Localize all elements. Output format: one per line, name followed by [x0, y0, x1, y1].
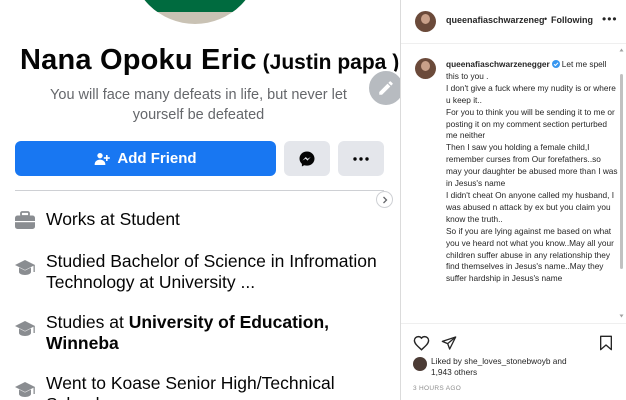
- profile-divider: [15, 190, 384, 191]
- scroll-up-arrow-icon: [619, 48, 624, 52]
- following-button[interactable]: Following: [551, 15, 593, 25]
- header-username[interactable]: queenafiaschwarzeneg: [446, 15, 544, 25]
- caption-avatar[interactable]: [415, 58, 436, 79]
- facebook-profile-panel: ★ Nana Opoku Eric(Justin papa ) You will…: [0, 0, 400, 400]
- scroll-down-arrow-icon: [619, 314, 624, 318]
- intro-studies-at: Studies at University of Education, Winn…: [14, 312, 384, 354]
- chevron-right-icon: [382, 196, 387, 203]
- verified-badge-icon: [551, 60, 560, 68]
- flag-green-stripe: [130, 0, 260, 12]
- add-friend-button[interactable]: Add Friend: [15, 141, 276, 176]
- header-avatar[interactable]: [415, 11, 436, 32]
- more-options-button[interactable]: [338, 141, 384, 176]
- caption-line: I didn't cheat On anyone called my husba…: [446, 189, 615, 224]
- share-send-icon[interactable]: [441, 335, 457, 351]
- post-caption: queenafiaschwarzenegger Let me spell this…: [446, 59, 618, 321]
- pencil-icon: [379, 81, 393, 95]
- profile-picture[interactable]: ★: [130, 0, 260, 24]
- intro-work: Works at Student: [14, 209, 384, 236]
- bookmark-icon[interactable]: [599, 335, 613, 351]
- liked-by: Liked by she_loves_stonebwoyb and 1,943 …: [413, 356, 623, 378]
- profile-name-text: Nana Opoku Eric: [20, 44, 257, 76]
- scroll-right-button[interactable]: [376, 191, 393, 208]
- more-options-icon[interactable]: •••: [602, 12, 618, 26]
- caption-line: For you to think you will be sending it …: [446, 106, 615, 141]
- intro-studies-at-prefix: Studies at: [46, 312, 129, 332]
- briefcase-icon: [14, 211, 38, 236]
- profile-bio: You will face many defeats in life, but …: [50, 87, 347, 123]
- add-friend-label: Add Friend: [117, 150, 197, 167]
- graduation-cap-icon: [14, 259, 38, 282]
- post-timestamp[interactable]: 3 HOURS AGO: [413, 385, 461, 392]
- add-person-icon: [95, 152, 111, 165]
- caption-line: Then I saw you holding a female child,I …: [446, 142, 618, 189]
- instagram-post-panel: queenafiaschwarzeneg • Following ••• que…: [400, 0, 626, 400]
- post-actions: [401, 323, 626, 359]
- caption-line: So if you are lying against me based on …: [446, 225, 614, 284]
- graduation-cap-icon: [14, 381, 38, 400]
- profile-name: Nana Opoku Eric (Justin papa ): [20, 44, 399, 77]
- caption-username[interactable]: queenafiaschwarzenegger: [446, 59, 550, 69]
- intro-studied-text: Studied Bachelor of Science in Infromati…: [46, 251, 377, 292]
- liked-by-others[interactable]: 1,943 others: [431, 367, 623, 378]
- liked-by-user[interactable]: she_loves_stonebwoyb: [464, 356, 550, 366]
- header-separator: •: [544, 14, 548, 24]
- intro-went-to: Went to Koase Senior High/Technical Scho…: [14, 373, 384, 400]
- edit-pencil-button[interactable]: [367, 69, 400, 107]
- liked-by-and: and: [550, 356, 567, 366]
- intro-went-to-text: Went to Koase Senior High/Technical Scho…: [46, 373, 335, 400]
- liked-by-prefix: Liked by: [431, 356, 465, 366]
- scrollbar-thumb[interactable]: [620, 74, 623, 269]
- intro-work-text: Works at Student: [46, 209, 180, 229]
- caption-line: I don't give a fuck where my nudity is o…: [446, 82, 616, 105]
- graduation-cap-icon: [14, 320, 38, 343]
- message-button[interactable]: [284, 141, 330, 176]
- intro-studies-at-text: Studies at University of Education, Winn…: [46, 312, 384, 354]
- intro-studied: Studied Bachelor of Science in Infromati…: [14, 251, 384, 293]
- more-dots-icon: [353, 156, 369, 161]
- caption-scrollbar[interactable]: [619, 48, 624, 318]
- liker-avatar[interactable]: [413, 357, 427, 371]
- messenger-icon: [299, 151, 315, 166]
- post-header: queenafiaschwarzeneg • Following •••: [401, 0, 626, 44]
- heart-icon[interactable]: [413, 335, 430, 351]
